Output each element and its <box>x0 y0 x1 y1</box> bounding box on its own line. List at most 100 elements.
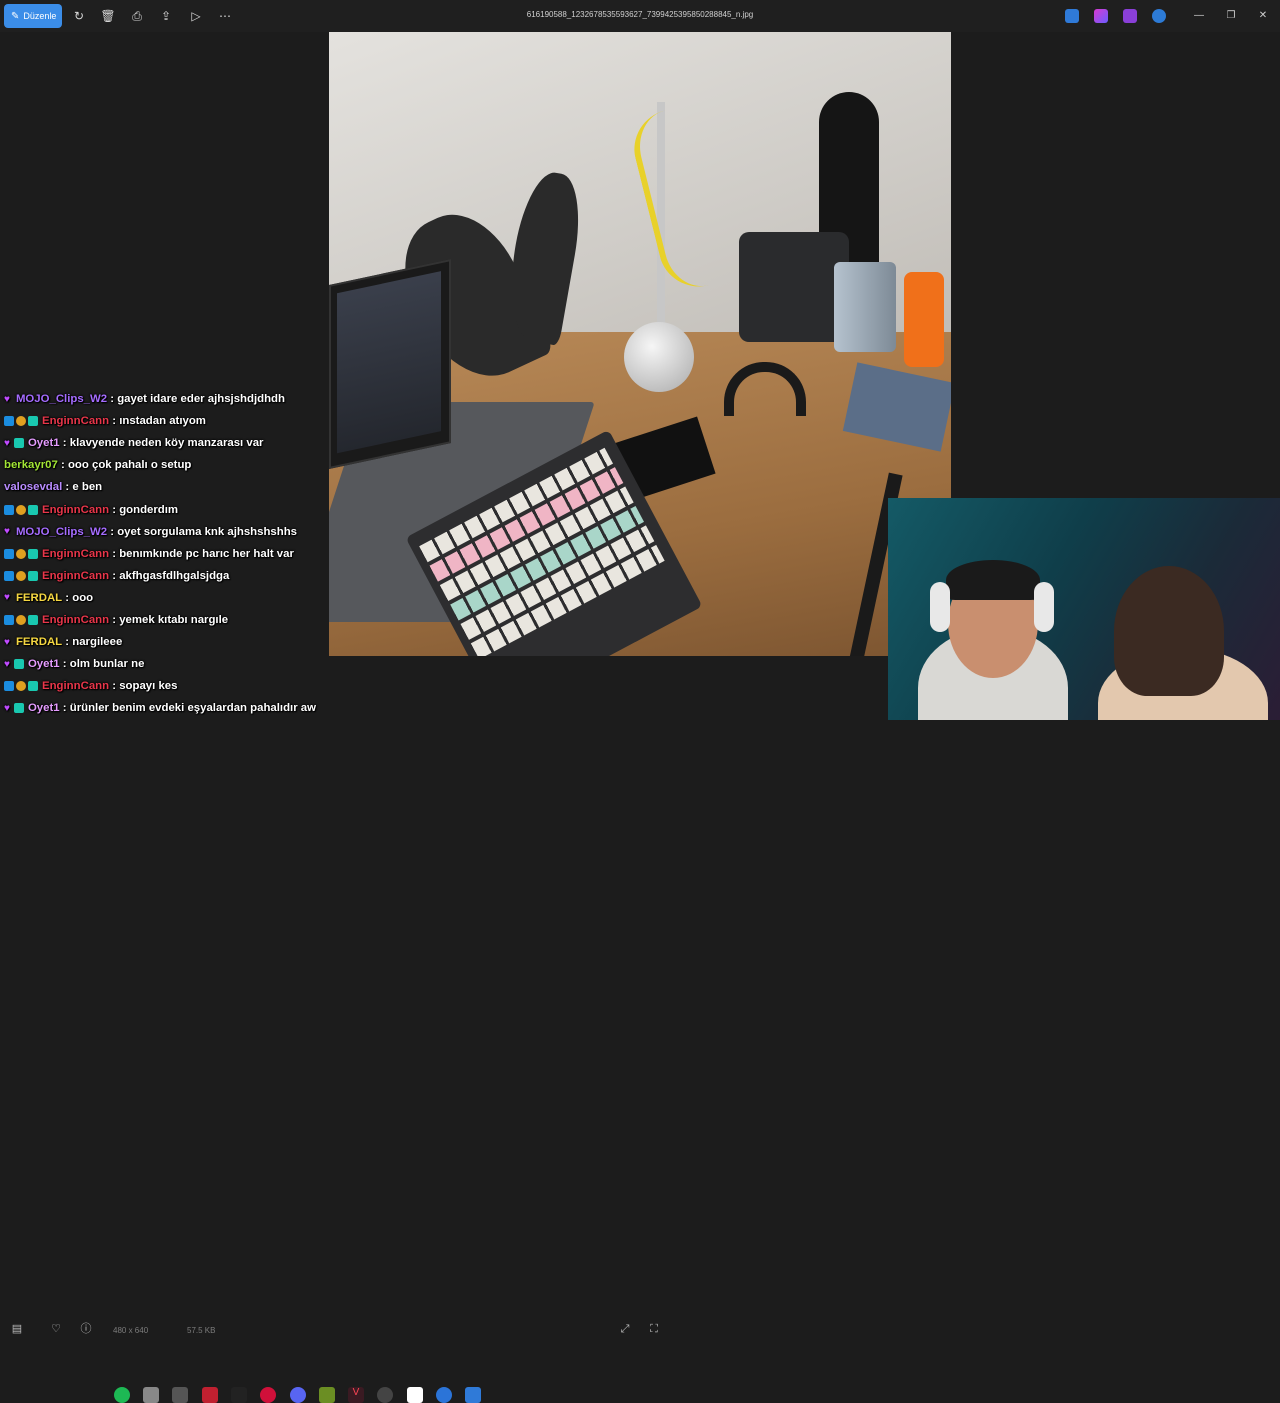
spotify-icon[interactable] <box>114 1387 130 1403</box>
photo-hookah-base <box>624 322 694 392</box>
obs-icon[interactable] <box>377 1387 393 1403</box>
chat-username[interactable]: EnginnCann <box>42 570 109 582</box>
favorite-icon[interactable]: ♡ <box>49 1322 63 1336</box>
chat-username[interactable]: EnginnCann <box>42 680 109 692</box>
chat-text: : akfhgasfdlhgalsjdga <box>109 569 230 582</box>
fit-to-window-icon[interactable]: ⤢ <box>618 1322 632 1336</box>
edit-button-label: Düzenle <box>23 11 57 21</box>
chat-message: EnginnCann : sopayı kes <box>4 675 177 697</box>
chat-message: EnginnCann : akfhgasfdlhgalsjdga <box>4 565 229 587</box>
discord-icon[interactable] <box>290 1387 306 1403</box>
more-icon[interactable]: ⋯ <box>217 8 233 24</box>
chat-text: : olm bunlar ne <box>59 658 145 671</box>
chat-username[interactable]: EnginnCann <box>42 614 109 626</box>
valorant-icon[interactable]: V <box>348 1387 364 1403</box>
designer-icon[interactable] <box>1094 9 1108 23</box>
chat-username[interactable]: MOJO_Clips_W2 <box>16 393 107 405</box>
photo-laptop-screen <box>329 259 451 469</box>
minimize-icon[interactable]: — <box>1191 8 1207 24</box>
heart-badge-icon: ♥ <box>4 636 10 648</box>
prime-badge-icon <box>4 416 14 427</box>
chat-username[interactable]: EnginnCann <box>42 415 109 427</box>
prime-badge-icon <box>4 570 14 581</box>
restore-icon[interactable]: ❐ <box>1223 8 1239 24</box>
subscriber-badge-icon <box>28 504 38 515</box>
epic-games-icon[interactable] <box>231 1387 247 1403</box>
info-icon[interactable]: ⓘ <box>79 1322 93 1336</box>
taskbar-app-icon[interactable] <box>436 1387 452 1403</box>
file-name: 616190588_1232678535593627_7399425395850… <box>526 10 754 19</box>
prime-badge-icon <box>4 504 14 515</box>
chat-username[interactable]: MOJO_Clips_W2 <box>16 526 107 538</box>
chat-username[interactable]: FERDAL <box>16 636 62 648</box>
taskbar-app-icon[interactable] <box>143 1387 159 1403</box>
chat-username[interactable]: berkayr07 <box>4 459 58 471</box>
heart-badge-icon: ♥ <box>4 658 10 670</box>
slideshow-icon[interactable]: ▷ <box>188 8 204 24</box>
chat-message: berkayr07 : ooo çok pahalı o setup <box>4 454 191 476</box>
minecraft-icon[interactable] <box>319 1387 335 1403</box>
chat-message: EnginnCann : gonderdım <box>4 499 178 521</box>
chat-username[interactable]: Oyet1 <box>28 658 60 670</box>
taskbar-app-icon[interactable] <box>202 1387 218 1403</box>
chat-message: EnginnCann : ınstadan atıyom <box>4 410 206 432</box>
chat-message: EnginnCann : benımkınde pc harıc her hal… <box>4 543 294 565</box>
filmstrip-icon[interactable]: ▤ <box>10 1322 24 1336</box>
taskbar-app-icon[interactable] <box>260 1387 276 1403</box>
gold-badge-icon <box>16 681 26 692</box>
chat-username[interactable]: valosevdal <box>4 481 62 493</box>
chat-message: ♥ MOJO_Clips_W2 : gayet idare eder ajhsjs… <box>4 388 285 410</box>
image-filesize: 57.5 KB <box>187 1326 216 1335</box>
subscriber-badge-icon <box>28 548 38 559</box>
chat-message: valosevdal : e ben <box>4 476 102 498</box>
chat-username[interactable]: EnginnCann <box>42 504 109 516</box>
gold-badge-icon <box>16 548 26 559</box>
chat-text: : yemek kıtabı nargıle <box>109 614 229 626</box>
chat-username[interactable]: EnginnCann <box>42 548 109 560</box>
rotate-icon[interactable]: ↻ <box>71 8 87 24</box>
subscriber-badge-icon <box>28 615 38 625</box>
close-icon[interactable]: ✕ <box>1255 8 1271 24</box>
prime-badge-icon <box>4 615 14 625</box>
edit-button[interactable]: ✎ Düzenle <box>4 4 62 28</box>
gold-badge-icon <box>16 504 26 515</box>
prime-badge-icon <box>4 681 14 692</box>
chat-message: ♥ Oyet1 : olm bunlar ne <box>4 653 144 675</box>
chat-text: : nargileee <box>62 636 123 649</box>
chat-message: ♥ FERDAL : nargileee <box>4 631 122 653</box>
actual-size-icon[interactable]: ⛶ <box>647 1322 661 1336</box>
photos-app-icon[interactable] <box>1065 9 1079 23</box>
guest-hair <box>1114 566 1224 696</box>
subscriber-badge-icon <box>13 659 24 670</box>
print-icon[interactable]: ⎙ <box>129 8 145 24</box>
subscriber-badge-icon <box>13 703 24 714</box>
gold-badge-icon <box>16 416 26 427</box>
chat-message: ♥ Oyet1 : ürünler benim evdeki eşyalardan… <box>4 697 316 719</box>
subscriber-badge-icon <box>28 570 38 581</box>
chat-text: : e ben <box>62 481 103 494</box>
share-icon[interactable]: ⇪ <box>158 8 174 24</box>
clipchamp-icon[interactable] <box>1123 9 1137 23</box>
heart-badge-icon: ♥ <box>4 437 10 449</box>
onedrive-icon[interactable] <box>1152 9 1166 23</box>
chat-text: : ooo çok pahalı o setup <box>57 459 192 472</box>
photos-taskbar-icon[interactable] <box>465 1387 481 1403</box>
capcut-icon[interactable] <box>407 1387 423 1403</box>
photo-canvas[interactable] <box>329 32 951 656</box>
chat-text: : benımkınde pc harıc her halt var <box>109 547 294 560</box>
chat-username[interactable]: FERDAL <box>16 592 62 604</box>
photo-orange-bottle <box>904 272 944 367</box>
chat-text: : klavyende neden köy manzarası var <box>59 437 264 450</box>
heart-badge-icon: ♥ <box>4 526 10 538</box>
taskbar-app-icon[interactable] <box>172 1387 188 1403</box>
chat-message: ♥ Oyet1 : klavyende neden köy manzarası v… <box>4 432 263 454</box>
chat-username[interactable]: Oyet1 <box>28 702 60 714</box>
streamer-hair <box>946 560 1040 600</box>
gold-badge-icon <box>16 615 26 625</box>
photo-hard-case <box>739 232 849 342</box>
delete-icon[interactable]: 🗑 <box>100 8 116 24</box>
heart-badge-icon: ♥ <box>4 393 10 405</box>
title-bar: ✎ Düzenle ↻ 🗑 ⎙ ⇪ ▷ ⋯ 616190588_12326785… <box>0 0 1280 32</box>
chat-message: ♥ FERDAL : ooo <box>4 587 93 609</box>
chat-username[interactable]: Oyet1 <box>28 437 60 449</box>
